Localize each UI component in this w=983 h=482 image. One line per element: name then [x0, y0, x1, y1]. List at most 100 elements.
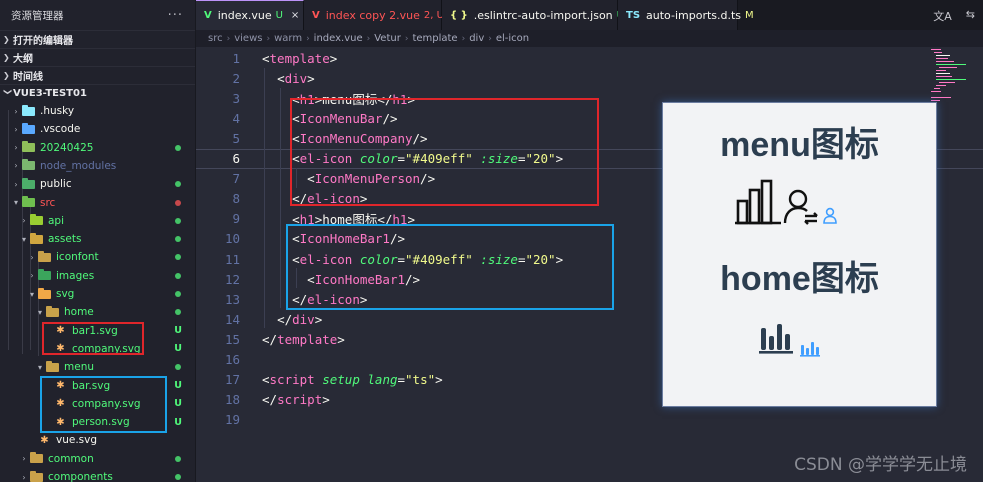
highlight-box-menu — [40, 376, 167, 433]
chevron-right-icon: › — [14, 124, 18, 134]
tab-status: M — [745, 9, 754, 21]
folder-husky-icon — [22, 104, 35, 116]
highlight-box-home — [42, 322, 144, 355]
folder-src-icon — [22, 196, 35, 207]
breadcrumb-item[interactable]: Vetur — [374, 33, 401, 44]
git-status-badge: U — [174, 325, 182, 337]
explorer-title: 资源管理器 — [11, 9, 64, 22]
tab-3[interactable]: TS auto-imports.d.ts M — [618, 0, 754, 30]
folder-api-icon — [30, 214, 43, 226]
compare-icon[interactable]: ⇆ — [966, 8, 975, 24]
line-number: 19 — [224, 412, 240, 428]
folder-assets-icon — [30, 232, 43, 244]
section-open-editors[interactable]: ❯ 打开的编辑器 — [0, 30, 195, 48]
file-tree-folder[interactable]: › common — [0, 450, 195, 468]
file-tree-label: src — [40, 196, 56, 209]
git-status-badge: U — [174, 398, 182, 410]
code-line[interactable]: 19 — [196, 410, 983, 430]
file-tree-folder[interactable]: › node_modules — [0, 157, 195, 175]
chevron-right-icon: ❯ — [3, 53, 10, 62]
line-number: 8 — [232, 191, 240, 207]
highlight-box-home-code — [286, 224, 614, 310]
line-number: 3 — [232, 90, 240, 106]
line-number: 7 — [232, 171, 240, 187]
code-text: </template> — [262, 331, 345, 347]
breadcrumb-separator-icon: › — [488, 33, 492, 44]
chevron-right-icon: › — [22, 454, 26, 464]
file-tree-folder[interactable]: › 20240425 — [0, 139, 195, 157]
folder-icon — [30, 452, 43, 464]
line-number: 10 — [224, 231, 240, 247]
file-tree-folder[interactable]: ▾ menu — [0, 358, 195, 376]
folder-images-icon — [38, 269, 51, 281]
breadcrumb-separator-icon: › — [306, 33, 310, 44]
file-tree-folder[interactable]: › .vscode — [0, 120, 195, 138]
preview-heading-home: home图标 — [720, 260, 879, 298]
git-status-dot — [175, 272, 181, 279]
breadcrumb-item[interactable]: views — [234, 33, 262, 44]
line-number: 14 — [224, 311, 240, 327]
chevron-right-icon: ❯ — [3, 35, 10, 44]
preview-heading-menu: menu图标 — [720, 126, 879, 164]
file-tree-folder[interactable]: ▾ assets — [0, 230, 195, 248]
file-tree-label: 20240425 — [40, 141, 94, 154]
home-bar1-icon — [759, 324, 793, 354]
file-tree-label: home — [64, 306, 94, 319]
chevron-down-icon: ▾ — [37, 362, 42, 372]
tab-1[interactable]: Vindex copy 2.vue 2, U — [304, 0, 444, 30]
svg-file-icon: ✱ — [40, 434, 49, 446]
indent-guide — [280, 88, 281, 308]
chevron-right-icon: › — [22, 216, 26, 226]
file-tree-file[interactable]: ✱ vue.svg — [0, 431, 195, 449]
breadcrumb-separator-icon: › — [404, 33, 409, 44]
file-tree-label: node_modules — [40, 159, 117, 172]
file-tree-folder[interactable]: ▾ svg — [0, 285, 195, 303]
git-status-dot — [175, 474, 181, 480]
menu-icons — [735, 179, 837, 225]
file-tree-folder[interactable]: › api — [0, 212, 195, 230]
folder-vscode-icon — [22, 122, 35, 134]
more-actions-icon[interactable]: ··· — [168, 8, 183, 23]
file-tree-folder[interactable]: › public — [0, 175, 195, 193]
line-number: 2 — [232, 70, 240, 86]
file-tree-folder[interactable]: › iconfont — [0, 248, 195, 266]
breadcrumb-separator-icon: › — [366, 33, 371, 44]
code-line[interactable]: 2 <div> — [196, 68, 983, 88]
breadcrumb-item[interactable]: index.vue — [314, 33, 363, 44]
folder-icon — [22, 141, 35, 153]
git-status-dot — [175, 254, 181, 261]
chevron-right-icon: › — [30, 252, 34, 262]
file-tree-folder[interactable]: ▾ src — [0, 194, 195, 212]
tab-2[interactable]: { }.eslintrc-auto-import.jsonU — [442, 0, 624, 30]
breadcrumb-separator-icon: › — [461, 33, 466, 44]
chevron-down-icon: ❯ — [3, 88, 13, 96]
file-tree-label: assets — [48, 233, 82, 246]
breadcrumb-item[interactable]: el-icon — [496, 33, 529, 44]
file-tree-folder[interactable]: › images — [0, 267, 195, 285]
section-project[interactable]: ❯ VUE3-TEST01 — [0, 84, 195, 102]
translate-icon[interactable]: 文A — [933, 8, 952, 24]
file-tree-folder[interactable]: ▾ home — [0, 303, 195, 321]
file-tree-folder[interactable]: › .husky — [0, 102, 195, 120]
git-status-dot — [175, 181, 181, 188]
code-line[interactable]: 1 <template> — [196, 48, 983, 68]
section-outline[interactable]: ❯ 大纲 — [0, 48, 195, 66]
file-tree-label: vue.svg — [56, 434, 98, 447]
close-icon[interactable]: × — [291, 10, 299, 21]
tab-status: U — [275, 10, 283, 21]
chevron-down-icon: ▾ — [13, 198, 18, 207]
breadcrumb-item[interactable]: template — [412, 33, 457, 44]
explorer-sidebar: 资源管理器 ··· ❯ 打开的编辑器 ❯ 大纲 ❯ 时间线 ❯ VUE3-TEST01 … — [0, 0, 196, 482]
file-tree-folder[interactable]: › components — [0, 468, 195, 482]
breadcrumb-item[interactable]: div — [469, 33, 484, 44]
breadcrumb-item[interactable]: warm — [274, 33, 302, 44]
folder-public-icon — [22, 177, 35, 189]
git-status-dot — [175, 309, 181, 316]
breadcrumb-item[interactable]: src — [208, 33, 223, 44]
chevron-right-icon: › — [22, 472, 26, 482]
file-tree-label: .husky — [40, 105, 75, 117]
tab-0[interactable]: Vindex.vue U × — [196, 0, 304, 30]
explorer-header: 资源管理器 ··· — [0, 0, 195, 30]
section-timeline[interactable]: ❯ 时间线 — [0, 66, 195, 84]
git-status-dot — [175, 236, 181, 243]
